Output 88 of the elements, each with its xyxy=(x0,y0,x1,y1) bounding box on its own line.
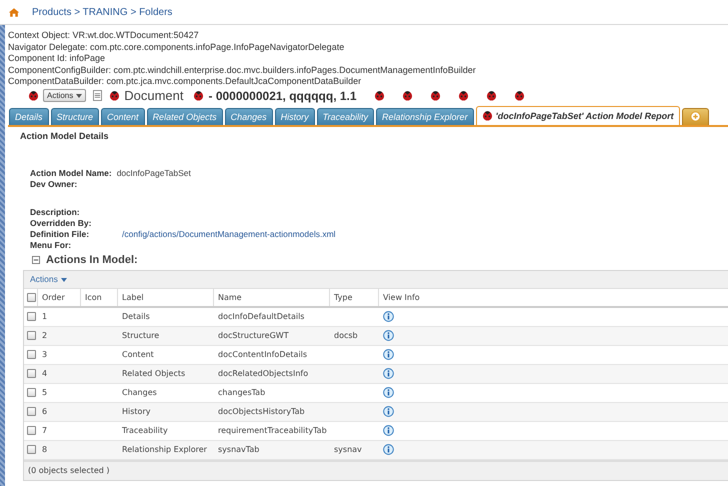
actions-button[interactable]: Actions xyxy=(43,89,86,102)
table-cell-text: 5 xyxy=(41,387,48,399)
object-type: Document xyxy=(124,88,184,103)
add-tab[interactable] xyxy=(682,108,709,124)
object-title: - 0000000021, qqqqqq, 1.1 xyxy=(208,88,357,102)
table-cell-text: docContentInfoDetails xyxy=(217,349,308,361)
table-cell-text: 2 xyxy=(41,330,48,342)
ladybug-icon xyxy=(482,110,493,121)
info-icon[interactable] xyxy=(383,444,394,455)
column-header[interactable]: Name xyxy=(214,288,330,306)
table-cell-text: 8 xyxy=(41,444,48,456)
selection-count: (0 objects selected ) xyxy=(28,466,110,475)
ladybug-icon[interactable] xyxy=(193,90,204,101)
home-icon[interactable] xyxy=(8,6,20,18)
info-icon[interactable] xyxy=(383,311,394,322)
property-value: docInfoPageTabSet xyxy=(116,168,191,178)
table-cell: sysnav xyxy=(334,445,362,454)
info-icon[interactable] xyxy=(383,349,394,360)
ladybug-icon[interactable] xyxy=(374,90,385,101)
info-icon[interactable] xyxy=(383,368,394,379)
plus-icon xyxy=(690,111,701,122)
row-checkbox[interactable] xyxy=(27,331,36,340)
file-link[interactable]: /config/actions/DocumentManagement-actionmodels.xml xyxy=(122,229,336,239)
ladybug-icon[interactable] xyxy=(109,90,120,101)
column-header[interactable]: Order xyxy=(38,288,81,306)
actions-menu[interactable]: Actions xyxy=(30,274,67,284)
info-line: ComponentConfigBuilder: com.ptc.windchill.enterprise.doc.mvc.builders.infoPages.DocumentManagementInfoBuilder xyxy=(8,64,477,76)
property-label: Menu For: xyxy=(30,240,72,250)
table-cell-text: docStructureGWT xyxy=(217,330,290,342)
table-cell-text: docObjectsHistoryTab xyxy=(217,406,306,418)
table-cell-text: Structure xyxy=(121,330,160,342)
table-cell-text: requirementTraceabilityTab xyxy=(217,425,328,437)
table-cell-text: 6 xyxy=(41,406,48,418)
table-cell-text: sysnavTab xyxy=(217,444,260,456)
table-cell-text: 1 xyxy=(41,311,48,323)
column-header[interactable]: Label xyxy=(118,288,214,306)
caret-icon xyxy=(76,94,82,98)
table-cell-text: History xyxy=(121,406,152,418)
ladybug-icon[interactable] xyxy=(514,90,525,101)
table-title: Actions In Model: xyxy=(46,254,138,266)
column-header[interactable]: View Info xyxy=(379,288,728,306)
info-icon[interactable] xyxy=(383,406,394,417)
row-checkbox[interactable] xyxy=(27,369,36,378)
column-header[interactable]: Type xyxy=(330,288,379,306)
ladybug-icon[interactable] xyxy=(402,90,413,101)
info-line: ComponentDataBuilder: com.ptc.jca.mvc.components.DefaultJcaComponentDataBuilder xyxy=(8,76,362,88)
info-icon[interactable] xyxy=(383,387,394,398)
ladybug-icon[interactable] xyxy=(430,90,441,101)
document-icon[interactable] xyxy=(93,90,102,101)
table-cell-text: 7 xyxy=(41,425,48,437)
caret-icon xyxy=(60,278,67,282)
ladybug-icon[interactable] xyxy=(486,90,497,101)
section-title: Action Model Details xyxy=(19,130,110,140)
table-cell-text: Content xyxy=(121,349,155,361)
property-label: Definition File: xyxy=(30,229,90,239)
tab[interactable]: 'docInfoPageTabSet' Action Model Report xyxy=(476,106,680,124)
property-label: Dev Owner: xyxy=(30,179,78,189)
ladybug-icon[interactable] xyxy=(28,90,39,101)
table-cell-text: Related Objects xyxy=(121,368,186,380)
table-cell-text: 3 xyxy=(41,349,48,361)
breadcrumb[interactable]: Products > TRANING > Folders xyxy=(32,6,172,18)
table-cell: docsb xyxy=(334,331,358,340)
ladybug-icon[interactable] xyxy=(458,90,469,101)
row-checkbox[interactable] xyxy=(27,312,36,321)
row-checkbox[interactable] xyxy=(27,388,36,397)
property-label: Action Model Name: xyxy=(30,168,112,178)
column-header[interactable]: Icon xyxy=(81,288,118,306)
info-icon[interactable] xyxy=(383,425,394,436)
row-checkbox[interactable] xyxy=(27,426,36,435)
table-cell-text: docRelatedObjectsInfo xyxy=(217,368,310,380)
table-cell-text: Changes xyxy=(121,387,158,399)
info-icon[interactable] xyxy=(383,330,394,341)
info-line: Context Object: VR:wt.doc.WTDocument:50427 xyxy=(8,30,200,42)
row-checkbox[interactable] xyxy=(27,350,36,359)
select-all-checkbox[interactable] xyxy=(27,292,36,302)
info-line: Component Id: infoPage xyxy=(8,53,106,64)
table-cell-text: 4 xyxy=(41,368,48,380)
table-cell-text: changesTab xyxy=(217,387,266,399)
table-cell-text: docInfoDefaultDetails xyxy=(217,311,306,323)
table-cell-text: Relationship Explorer xyxy=(121,444,208,456)
row-checkbox[interactable] xyxy=(27,407,36,416)
row-checkbox[interactable] xyxy=(27,445,36,454)
property-label: Overridden By: xyxy=(30,218,92,228)
collapse-toggle[interactable] xyxy=(32,256,40,264)
property-label: Description: xyxy=(30,207,80,217)
table-cell-text: Details xyxy=(121,311,151,323)
table-cell-text: Traceability xyxy=(121,425,169,437)
info-line: Navigator Delegate: com.ptc.core.components.infoPage.InfoPageNavigatorDelegate xyxy=(8,42,346,53)
